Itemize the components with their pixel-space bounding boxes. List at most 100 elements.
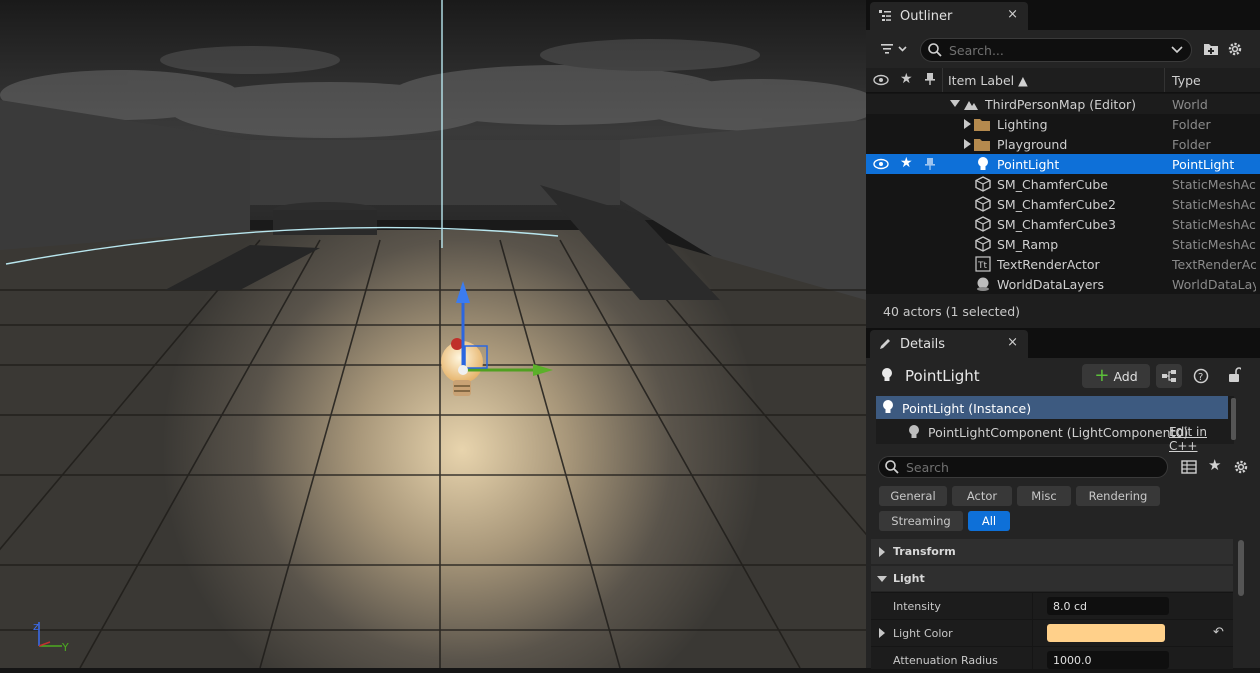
outliner-row-sm-ramp[interactable]: SM_Ramp StaticMeshAc: [866, 234, 1260, 254]
outliner-column-header: ★ Item Label ▲ Type: [866, 68, 1260, 93]
expand-arrow-icon[interactable]: [950, 100, 960, 107]
actor-count: 40 actors (1 selected): [883, 304, 1021, 319]
table-view-icon[interactable]: [1181, 460, 1197, 474]
lightbulb-icon: [883, 400, 893, 413]
filter-actor[interactable]: Actor: [952, 486, 1012, 506]
outliner-status-bar: 40 actors (1 selected): [866, 294, 1260, 328]
outliner-tabbar: Outliner ×: [866, 0, 1260, 30]
actor-name[interactable]: PointLight: [905, 367, 980, 385]
component-label: PointLight (Instance): [902, 401, 1032, 416]
section-light[interactable]: Light: [871, 566, 1233, 591]
component-scrollbar[interactable]: [1231, 398, 1236, 440]
component-label: PointLightComponent (LightComponent0): [928, 425, 1189, 440]
filter-misc[interactable]: Misc: [1017, 486, 1071, 506]
search-icon: [885, 460, 899, 474]
outliner-row-worlddatalayers[interactable]: WorldDataLayers WorldDataLay: [866, 274, 1260, 294]
outliner-row-sm-chamfercube[interactable]: SM_ChamferCube StaticMeshAc: [866, 174, 1260, 194]
filter-label: Actor: [966, 489, 998, 503]
section-transform[interactable]: Transform: [871, 539, 1233, 564]
outliner-tree: ThirdPersonMap (Editor) World Lighting F…: [866, 94, 1260, 294]
help-icon[interactable]: ?: [1193, 368, 1209, 384]
row-label: ThirdPersonMap (Editor): [985, 96, 1136, 112]
row-type: PointLight: [1172, 156, 1235, 172]
column-item-label[interactable]: Item Label ▲: [948, 73, 1028, 88]
collapse-arrow-icon: [877, 576, 887, 582]
static-mesh-icon: [975, 176, 991, 192]
details-search-placeholder: Search: [906, 459, 949, 475]
viewport-scene[interactable]: [0, 0, 866, 668]
section-label: Light: [893, 572, 925, 585]
chevron-down-icon[interactable]: [1171, 45, 1183, 55]
pencil-icon: [880, 339, 890, 349]
level-viewport[interactable]: z Y: [0, 0, 866, 668]
text-render-icon: Tt: [975, 256, 991, 272]
row-type: Folder: [1172, 136, 1211, 152]
row-label: SM_ChamferCube3: [997, 216, 1116, 232]
pin-icon[interactable]: [924, 72, 936, 86]
pin-icon[interactable]: [924, 157, 936, 171]
static-mesh-icon: [975, 236, 991, 252]
lock-open-icon[interactable]: [1227, 367, 1241, 383]
filter-label: Misc: [1031, 489, 1057, 503]
attenuation-radius-input[interactable]: 1000.0: [1047, 651, 1169, 669]
outliner-row-world[interactable]: ThirdPersonMap (Editor) World: [866, 94, 1260, 114]
folder-icon: [974, 139, 990, 151]
plus-icon: +: [1094, 365, 1110, 386]
outliner-search-input[interactable]: Search...: [920, 38, 1192, 62]
component-tree: PointLight (Instance) PointLightComponen…: [876, 396, 1236, 453]
column-type[interactable]: Type: [1172, 73, 1201, 88]
outliner-row-playground[interactable]: Playground Folder: [866, 134, 1260, 154]
section-label: Transform: [893, 545, 956, 558]
details-close-icon[interactable]: ×: [1007, 335, 1018, 350]
add-folder-icon[interactable]: [1202, 40, 1220, 58]
row-label: Playground: [997, 136, 1068, 152]
details-tab-title: Details: [900, 336, 946, 352]
row-type: Folder: [1172, 116, 1211, 132]
filter-all[interactable]: All: [968, 511, 1010, 531]
expand-arrow-icon[interactable]: [964, 139, 971, 149]
edit-in-cpp-link[interactable]: Edit in C++: [1169, 425, 1228, 453]
favorite-star-icon[interactable]: ★: [1208, 456, 1221, 474]
visibility-eye-icon[interactable]: [873, 74, 889, 86]
outliner-row-sm-chamfercube3[interactable]: SM_ChamferCube3 StaticMeshAc: [866, 214, 1260, 234]
blueprint-button[interactable]: [1156, 364, 1182, 388]
outliner-row-textrenderactor[interactable]: Tt TextRenderActor TextRenderAc: [866, 254, 1260, 274]
settings-gear-icon[interactable]: [1233, 459, 1249, 475]
component-row-instance[interactable]: PointLight (Instance): [876, 396, 1228, 419]
filter-general[interactable]: General: [879, 486, 947, 506]
right-panel: Outliner × Search... ★ Item Label ▲ Type: [866, 0, 1260, 673]
outliner-close-icon[interactable]: ×: [1007, 7, 1018, 22]
outliner-toolbar: Search...: [866, 30, 1260, 68]
row-type: World: [1172, 96, 1208, 112]
favorite-star-icon[interactable]: ★: [900, 71, 913, 87]
filter-label: All: [981, 514, 997, 528]
intensity-input[interactable]: 8.0 cd: [1047, 597, 1169, 615]
filter-streaming[interactable]: Streaming: [879, 511, 963, 531]
filter-icon[interactable]: [878, 40, 908, 58]
light-color-swatch[interactable]: [1047, 624, 1165, 642]
outliner-row-pointlight[interactable]: ★ PointLight PointLight: [866, 154, 1260, 174]
expand-arrow-icon[interactable]: [964, 119, 971, 129]
add-component-button[interactable]: + Add: [1082, 364, 1150, 388]
tab-details[interactable]: Details ×: [870, 330, 1028, 358]
component-row-pointlightcomponent[interactable]: PointLightComponent (LightComponent0) Ed…: [876, 420, 1228, 453]
tab-outliner[interactable]: Outliner ×: [870, 2, 1028, 30]
details-panel: PointLight + Add ? PointLight (Instance)…: [866, 358, 1260, 673]
row-type: StaticMeshAc: [1172, 236, 1256, 252]
filter-rendering[interactable]: Rendering: [1076, 486, 1160, 506]
row-label: SM_Ramp: [997, 236, 1059, 252]
reset-to-default-icon[interactable]: ↶: [1213, 625, 1224, 640]
settings-gear-icon[interactable]: [1226, 40, 1244, 58]
row-type: WorldDataLay: [1172, 276, 1256, 292]
svg-text:Tt: Tt: [977, 261, 987, 271]
row-type: StaticMeshAc: [1172, 176, 1256, 192]
outliner-row-sm-chamfercube2[interactable]: SM_ChamferCube2 StaticMeshAc: [866, 194, 1260, 214]
favorite-star-icon[interactable]: ★: [900, 155, 913, 171]
details-scrollbar[interactable]: [1238, 540, 1244, 596]
outliner-row-lighting[interactable]: Lighting Folder: [866, 114, 1260, 134]
add-label: Add: [1113, 368, 1138, 384]
outliner-icon: [879, 10, 891, 21]
visibility-eye-icon[interactable]: [873, 158, 889, 170]
expand-arrow-icon[interactable]: [879, 628, 885, 638]
details-search-input[interactable]: Search: [878, 456, 1168, 478]
